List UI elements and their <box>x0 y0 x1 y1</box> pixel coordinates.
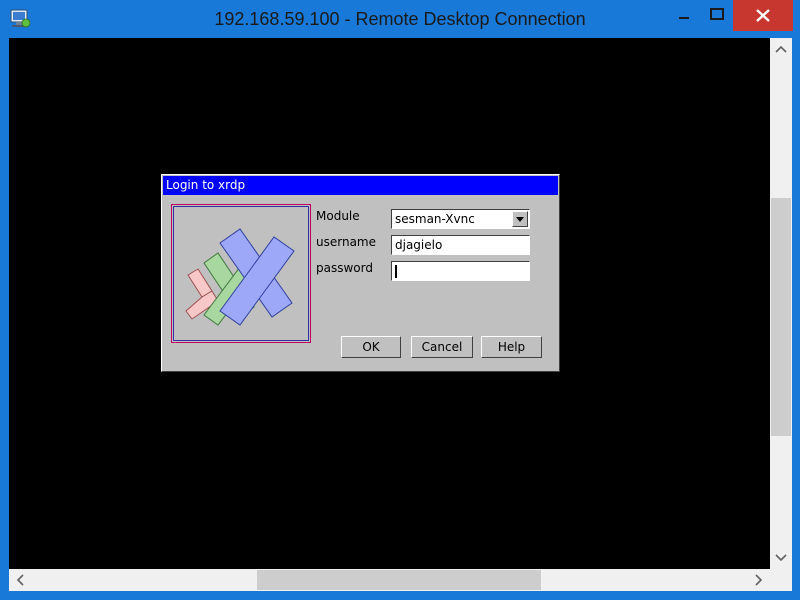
vertical-scroll-thumb[interactable] <box>771 198 791 436</box>
module-label: Module <box>316 209 360 223</box>
maximize-button[interactable] <box>702 0 732 30</box>
remote-desktop-window: 192.168.59.100 - Remote Desktop Connecti… <box>0 0 800 600</box>
cancel-button[interactable]: Cancel <box>411 336 473 358</box>
logo-frame <box>171 204 311 343</box>
ok-button[interactable]: OK <box>341 336 401 358</box>
horizontal-scroll-thumb[interactable] <box>257 570 541 590</box>
password-input[interactable] <box>391 261 530 281</box>
chevron-left-icon[interactable] <box>13 572 29 588</box>
chevron-right-icon[interactable] <box>750 572 766 588</box>
password-label: password <box>316 261 373 275</box>
chevron-down-icon <box>516 217 524 222</box>
close-button[interactable] <box>733 0 793 31</box>
module-select-value: sesman-Xvnc <box>395 212 475 226</box>
text-caret <box>395 265 397 278</box>
username-label: username <box>316 235 376 249</box>
xrdp-logo <box>185 228 295 326</box>
window-titlebar[interactable]: 192.168.59.100 - Remote Desktop Connecti… <box>0 0 800 38</box>
chevron-down-icon[interactable] <box>773 549 789 565</box>
module-select[interactable]: sesman-Xvnc <box>391 209 530 229</box>
chevron-up-icon[interactable] <box>773 42 789 58</box>
scrollbar-corner <box>770 569 792 591</box>
remote-session-area[interactable]: Login to xrdp Module sesman-Xvnc usernam… <box>9 38 770 569</box>
minimize-button[interactable] <box>666 0 702 30</box>
logo-panel <box>173 206 309 341</box>
vertical-scrollbar[interactable] <box>770 38 792 569</box>
xrdp-login-dialog: Login to xrdp Module sesman-Xvnc usernam… <box>161 174 560 372</box>
close-icon <box>756 9 770 22</box>
help-button[interactable]: Help <box>481 336 542 358</box>
minimize-icon <box>679 17 689 19</box>
module-dropdown-button[interactable] <box>512 211 528 227</box>
maximize-icon <box>710 8 724 20</box>
username-input[interactable]: djagielo <box>391 235 530 255</box>
horizontal-scrollbar[interactable] <box>9 569 770 591</box>
dialog-title: Login to xrdp <box>163 176 558 195</box>
